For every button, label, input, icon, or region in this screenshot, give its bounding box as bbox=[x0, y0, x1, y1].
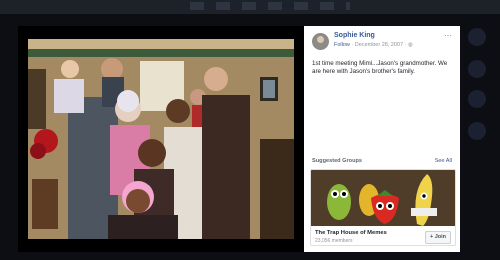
privacy-icon: · ◍ bbox=[403, 42, 413, 48]
post-caption: 1st time meeting Mimi...Jason's grandmot… bbox=[312, 60, 448, 75]
background-right-rail bbox=[462, 26, 500, 246]
photo-viewer[interactable] bbox=[18, 26, 304, 252]
background-facebook-header bbox=[0, 0, 500, 14]
author-avatar[interactable] bbox=[312, 33, 329, 50]
more-options-icon[interactable]: ··· bbox=[444, 32, 452, 40]
group-name[interactable]: The Trap House of Memes bbox=[315, 230, 387, 236]
group-member-count: 23,056 members bbox=[315, 238, 353, 244]
family-photo bbox=[28, 39, 294, 239]
post-date[interactable]: December 28, 2007 bbox=[355, 42, 403, 48]
post-meta: Follow · December 28, 2007 · ◍ bbox=[334, 42, 413, 48]
group-cover-image bbox=[311, 170, 455, 226]
suggested-groups-heading: Suggested Groups bbox=[312, 158, 363, 164]
join-group-button[interactable]: + Join bbox=[424, 231, 451, 244]
follow-link[interactable]: Follow bbox=[334, 42, 350, 48]
background-nav-items bbox=[190, 2, 350, 10]
author-name[interactable]: Sophie King bbox=[334, 32, 375, 39]
post-side-panel: Sophie King Follow · December 28, 2007 ·… bbox=[304, 26, 460, 252]
see-all-link[interactable]: See All bbox=[435, 158, 452, 164]
suggested-group-card[interactable]: The Trap House of Memes 23,056 members +… bbox=[310, 169, 456, 246]
